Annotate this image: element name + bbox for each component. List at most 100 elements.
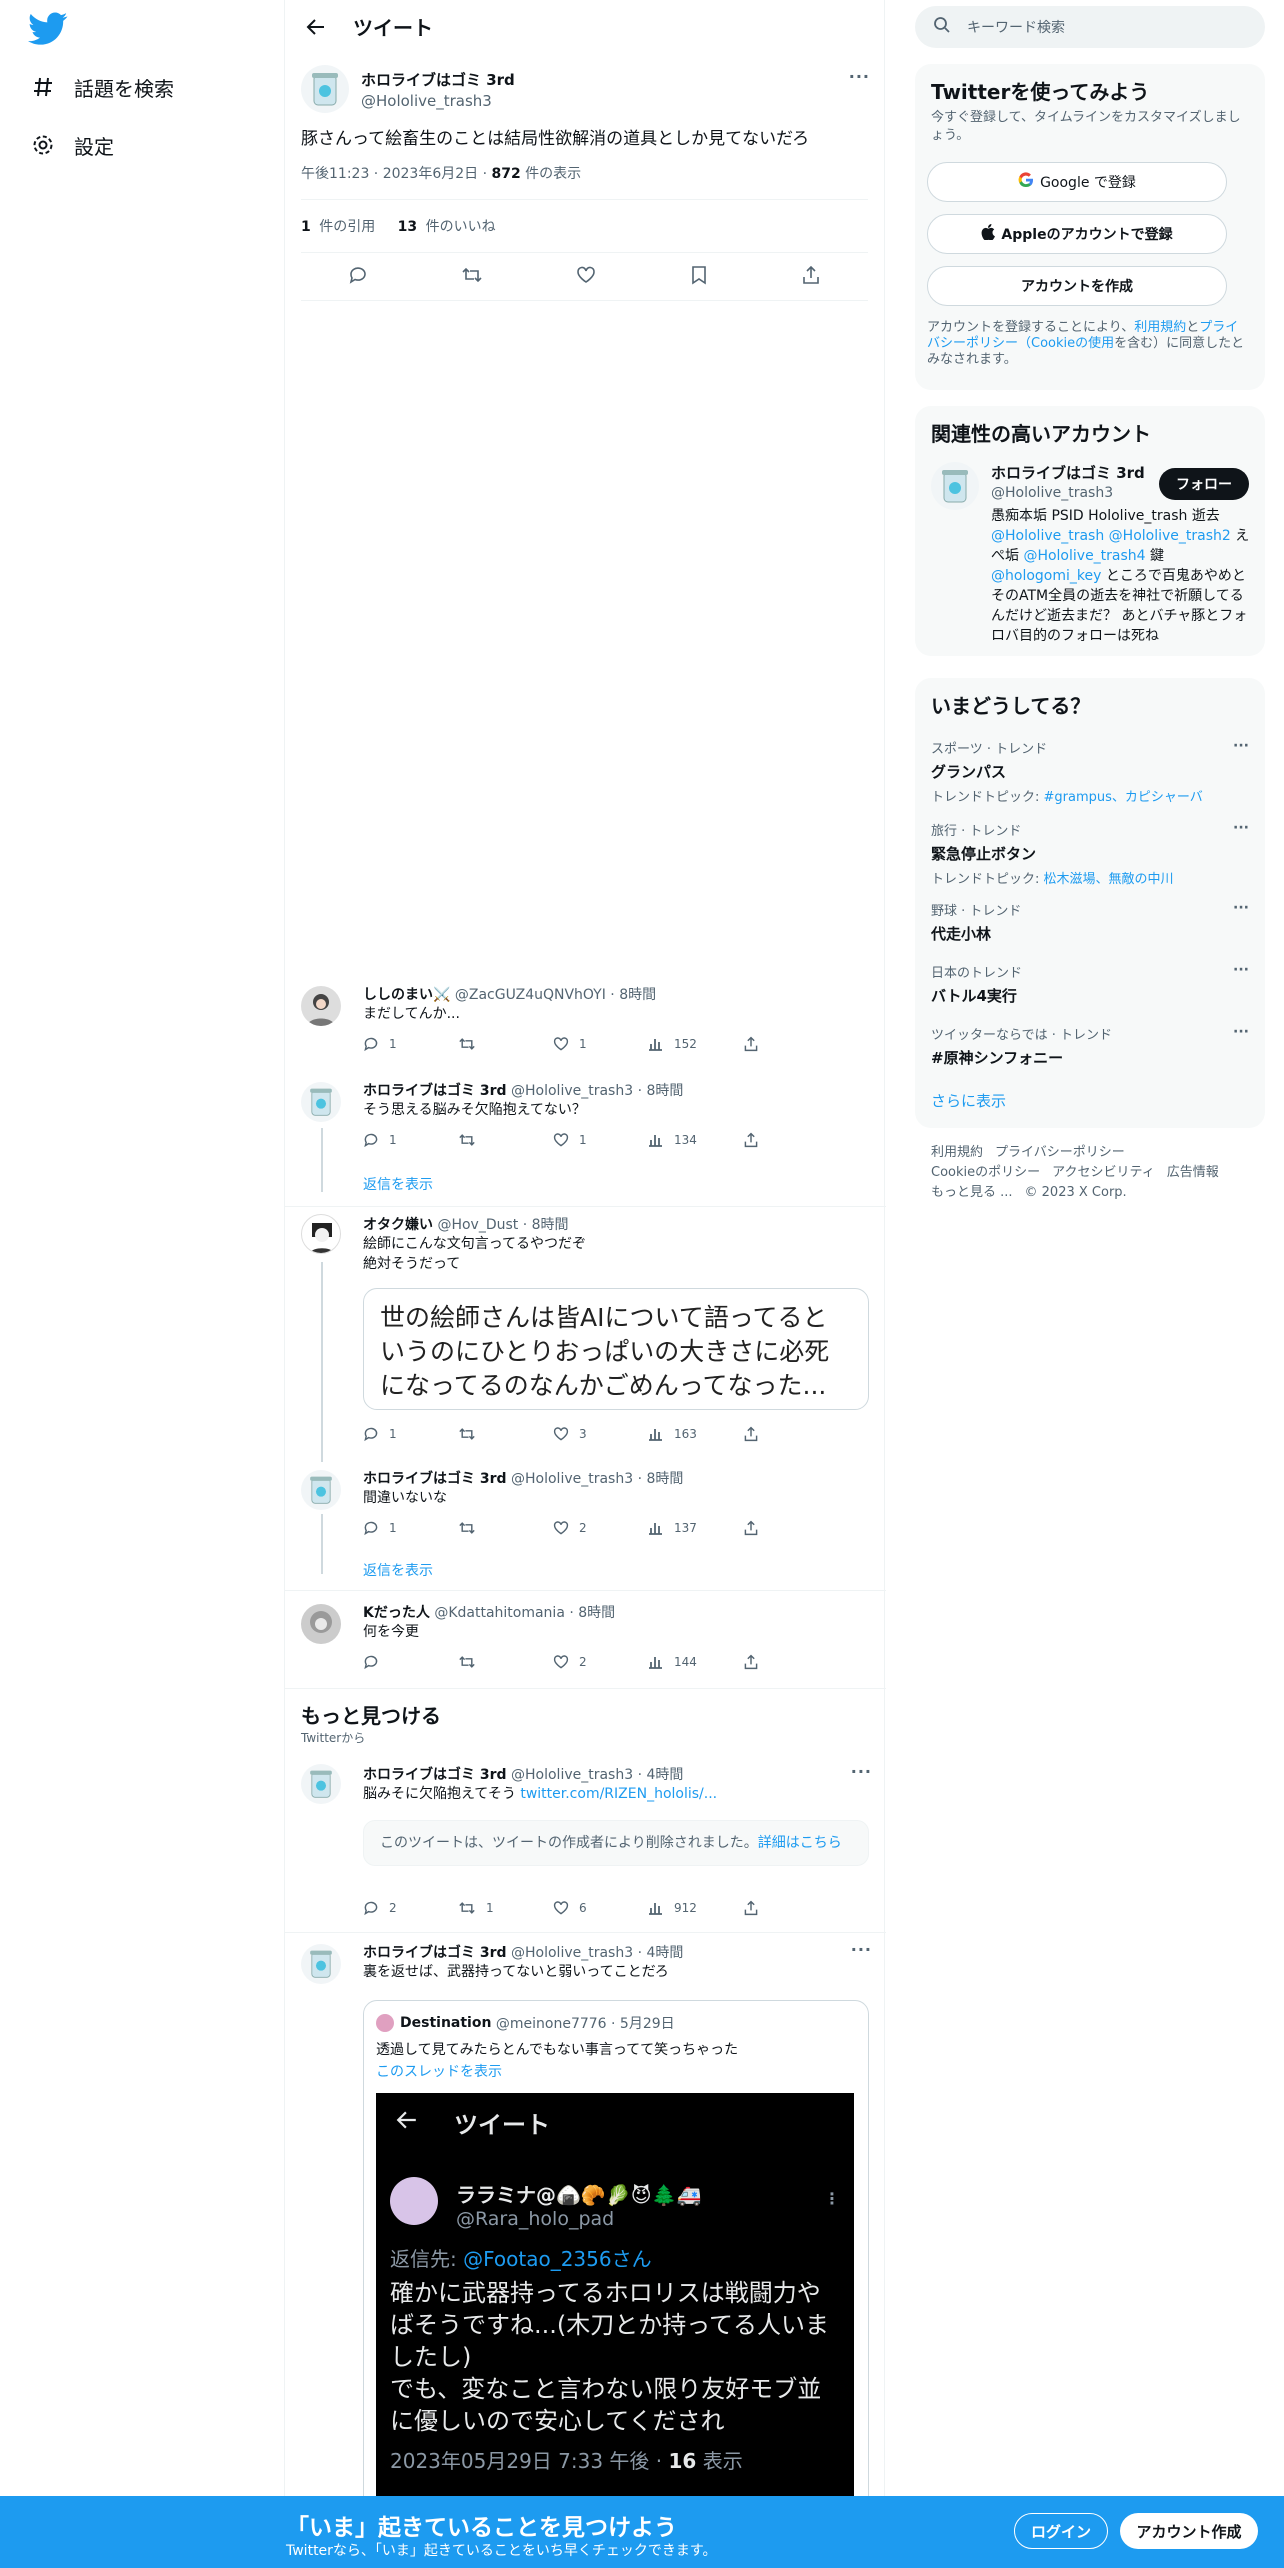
like-button[interactable]: 1	[553, 1036, 648, 1052]
more-icon[interactable]: ···	[851, 1940, 872, 1959]
share-button[interactable]	[743, 1520, 838, 1536]
nav-explore[interactable]: 話題を検索	[28, 67, 174, 107]
reply-button[interactable]: 1	[363, 1132, 458, 1148]
more-icon[interactable]: ···	[851, 1762, 872, 1781]
share-button[interactable]	[743, 1900, 838, 1916]
related-name[interactable]: ホロライブはゴミ 3rd	[991, 462, 1145, 483]
author-name[interactable]: ホロライブはゴミ 3rd	[361, 69, 515, 90]
views-button[interactable]: 134	[648, 1132, 743, 1148]
bio-mention[interactable]: @Hololive_trash4	[1023, 548, 1145, 564]
avatar[interactable]	[301, 1944, 341, 1984]
author-name[interactable]: ホロライブはゴミ 3rd	[363, 1767, 507, 1783]
terms-link[interactable]: 利用規約	[1134, 320, 1186, 335]
like-button[interactable]: 2	[553, 1654, 648, 1670]
retweet-icon[interactable]	[461, 265, 483, 289]
reply-button[interactable]: 1	[363, 1426, 458, 1442]
share-button[interactable]	[743, 1426, 838, 1442]
like-button[interactable]: 2	[553, 1520, 648, 1536]
author-handle[interactable]: @Kdattahitomania · 8時間	[434, 1605, 615, 1621]
twitter-logo-icon[interactable]	[28, 12, 68, 46]
search-bar[interactable]: キーワード検索	[915, 6, 1265, 48]
trend-item[interactable]: 野球 · トレンド 代走小林 ···	[931, 900, 1249, 944]
footer-link[interactable]: アクセシビリティ	[1052, 1165, 1155, 1180]
discover-tweet[interactable]: ホロライブはゴミ 3rd @Hololive_trash3 · 4時間 裏を返せ…	[285, 1934, 886, 2496]
avatar[interactable]	[301, 1604, 341, 1644]
reply-button[interactable]: 2	[363, 1900, 458, 1916]
more-icon[interactable]: ···	[1233, 820, 1249, 836]
author-name[interactable]: オタク嫌い	[363, 1217, 433, 1233]
show-thread-link[interactable]: このスレッドを表示	[376, 2061, 856, 2081]
trend-item[interactable]: 日本のトレンド バトル4実行 ···	[931, 962, 1249, 1006]
reply-tweet[interactable]: ししのまい⚔️ @ZacGUZ4uQNVhOYI · 8時間 まだしてんか...…	[285, 978, 886, 1074]
retweet-button[interactable]	[458, 1036, 553, 1052]
avatar[interactable]	[301, 1082, 341, 1122]
trend-sub-links[interactable]: #grampus、カピシャーバ	[1044, 790, 1203, 805]
related-handle[interactable]: @Hololive_trash3	[991, 485, 1145, 501]
author-handle[interactable]: @Hololive_trash3	[361, 92, 515, 110]
nav-settings[interactable]: 設定	[28, 125, 114, 165]
author-name[interactable]: ししのまい⚔️	[363, 987, 450, 1003]
quoted-tweet[interactable]: Destination @meinone7776 · 5月29日 透過して見てみ…	[363, 2000, 869, 2496]
author-name[interactable]: Kだった人	[363, 1605, 430, 1621]
bio-mention[interactable]: @Hololive_trash	[991, 528, 1104, 544]
bio-mention[interactable]: @hologomi_key	[991, 568, 1101, 584]
more-icon[interactable]: ···	[1233, 900, 1249, 916]
avatar[interactable]	[301, 986, 341, 1026]
avatar[interactable]	[301, 65, 349, 113]
bio-mention[interactable]: @Hololive_trash2	[1109, 528, 1231, 544]
trend-item[interactable]: スポーツ · トレンド グランパス トレンドトピック: #grampus、カピシ…	[931, 738, 1249, 805]
reply-tweet[interactable]: ホロライブはゴミ 3rd @Hololive_trash3 · 8時間 間違いな…	[285, 1462, 886, 1592]
avatar[interactable]	[301, 1214, 341, 1254]
show-more-trends-link[interactable]: さらに表示	[931, 1090, 1006, 1111]
learn-more-link[interactable]: 詳細はこちら	[758, 1835, 842, 1851]
footer-link[interactable]: プライバシーポリシー	[995, 1145, 1125, 1160]
reply-button[interactable]	[363, 1654, 458, 1670]
author-handle[interactable]: @Hololive_trash3 · 8時間	[511, 1083, 683, 1099]
more-icon[interactable]: ···	[1233, 738, 1249, 754]
google-signup-button[interactable]: Google で登録	[927, 162, 1227, 202]
like-button[interactable]: 6	[553, 1900, 648, 1916]
trend-sub-links[interactable]: 松木滋場、無敵の中川	[1044, 872, 1174, 887]
like-icon[interactable]	[576, 265, 596, 289]
reply-tweet[interactable]: オタク嫌い @Hov_Dust · 8時間 絵師にこんな文句言ってるやつだぞ 絶…	[285, 1208, 886, 1468]
footer-link[interactable]: Cookieのポリシー	[931, 1165, 1040, 1180]
discover-tweet[interactable]: ホロライブはゴミ 3rd @Hololive_trash3 · 4時間 脳みそに…	[285, 1756, 886, 1926]
views-button[interactable]: 912	[648, 1900, 743, 1916]
author-name[interactable]: ホロライブはゴミ 3rd	[363, 1083, 507, 1099]
views-button[interactable]: 152	[648, 1036, 743, 1052]
views-button[interactable]: 144	[648, 1654, 743, 1670]
search-input[interactable]: キーワード検索	[967, 17, 1065, 37]
tweet-image[interactable]: 世の絵師さんは皆AIについて語ってるというのにひとりおっぱいの大きさに必死になっ…	[363, 1288, 869, 1410]
retweet-button[interactable]	[458, 1426, 553, 1442]
author-handle[interactable]: @Hololive_trash3 · 4時間	[511, 1767, 683, 1783]
more-icon[interactable]: ···	[1233, 962, 1249, 978]
author-handle[interactable]: @Hov_Dust · 8時間	[437, 1217, 568, 1233]
back-arrow-icon[interactable]	[301, 12, 331, 42]
share-button[interactable]	[743, 1654, 838, 1670]
share-button[interactable]	[743, 1036, 838, 1052]
like-button[interactable]: 1	[553, 1132, 648, 1148]
reply-button[interactable]: 1	[363, 1036, 458, 1052]
retweet-button[interactable]	[458, 1654, 553, 1670]
trend-item[interactable]: ツイッターならでは · トレンド #原神シンフォニー ···	[931, 1024, 1249, 1068]
reply-button[interactable]: 1	[363, 1520, 458, 1536]
likes-stat[interactable]: 13 件のいいね	[398, 219, 496, 235]
login-button[interactable]: ログイン	[1014, 2513, 1108, 2549]
author-handle[interactable]: @Hololive_trash3 · 8時間	[511, 1471, 683, 1487]
tweet-link[interactable]: twitter.com/RIZEN_hololis/...	[520, 1786, 717, 1802]
views-button[interactable]: 137	[648, 1520, 743, 1536]
author-handle[interactable]: @Hololive_trash3 · 4時間	[511, 1945, 683, 1961]
footer-link[interactable]: 利用規約	[931, 1145, 983, 1160]
bookmark-icon[interactable]	[690, 265, 708, 289]
avatar[interactable]	[301, 1764, 341, 1804]
quoted-image[interactable]: ツイート ララミナ@🍙🥐🥬😈🌲🚑 @Rara_holo_pad ⋮ 返信先: @…	[376, 2093, 854, 2496]
quotes-stat[interactable]: 1 件の引用	[301, 219, 375, 235]
author-handle[interactable]: @ZacGUZ4uQNVhOYI · 8時間	[455, 987, 656, 1003]
footer-more-link[interactable]: もっと見る ...	[931, 1185, 1013, 1200]
trend-item[interactable]: 旅行 · トレンド 緊急停止ボタン トレンドトピック: 松木滋場、無敵の中川 ·…	[931, 820, 1249, 887]
signup-button[interactable]: アカウント作成	[1120, 2513, 1258, 2549]
author-name[interactable]: ホロライブはゴミ 3rd	[363, 1945, 507, 1961]
footer-link[interactable]: 広告情報	[1167, 1165, 1219, 1180]
retweet-button[interactable]	[458, 1520, 553, 1536]
reply-icon[interactable]	[348, 265, 368, 289]
